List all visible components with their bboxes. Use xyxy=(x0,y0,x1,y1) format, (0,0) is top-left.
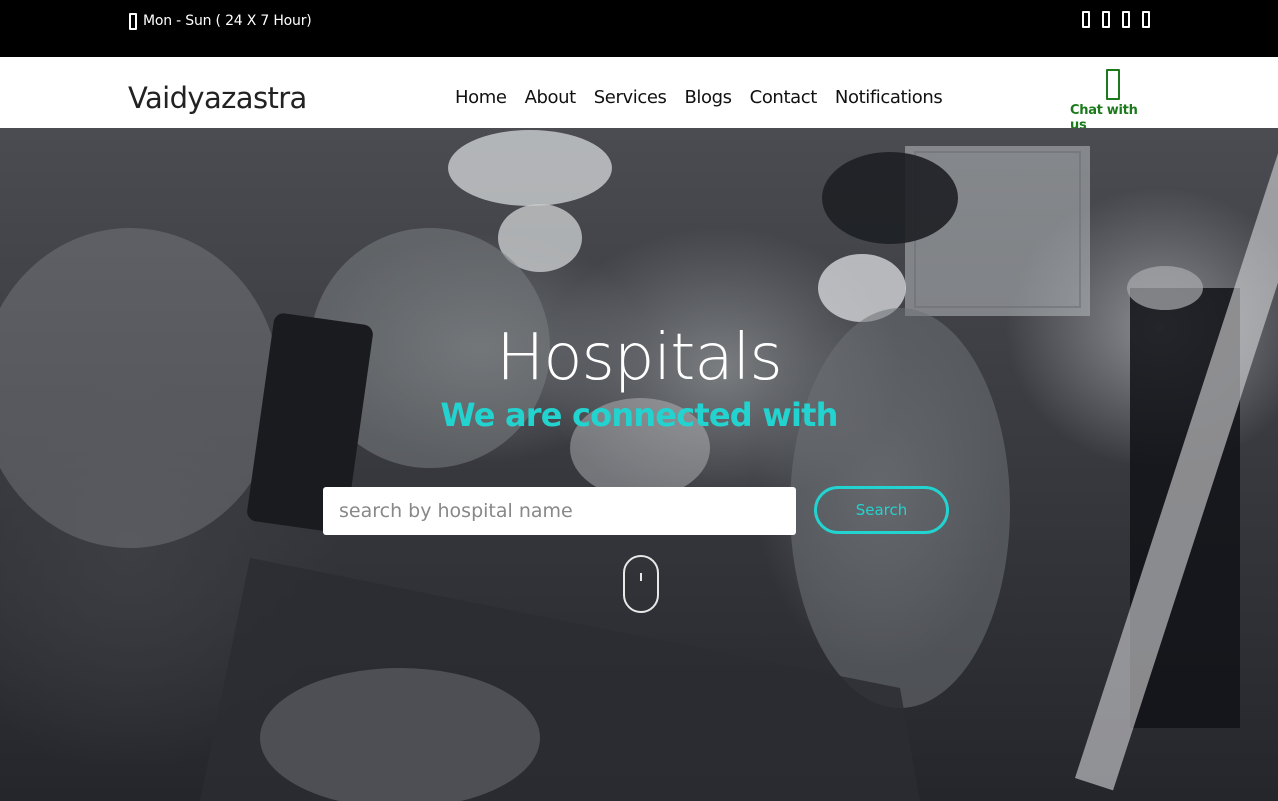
hero-section: Hospitals We are connected with Search xyxy=(0,128,1278,801)
main-nav: Vaidyazastra Home About Services Blogs C… xyxy=(0,57,1278,133)
nav-home[interactable]: Home xyxy=(455,87,507,108)
scroll-down-mouse-icon[interactable] xyxy=(623,555,659,613)
social-icon-2[interactable] xyxy=(1102,11,1110,28)
social-icon-1[interactable] xyxy=(1082,11,1090,28)
nav-blogs[interactable]: Blogs xyxy=(684,87,732,108)
social-links xyxy=(1082,11,1150,28)
nav-notifications[interactable]: Notifications xyxy=(835,87,943,108)
search-button[interactable]: Search xyxy=(814,486,949,534)
nav-menu: Home About Services Blogs Contact Notifi… xyxy=(455,87,943,108)
top-bar: Mon - Sun ( 24 X 7 Hour) xyxy=(0,0,1278,57)
social-icon-4[interactable] xyxy=(1142,11,1150,28)
opening-hours-text: Mon - Sun ( 24 X 7 Hour) xyxy=(143,13,312,29)
hero-background-image xyxy=(0,130,1278,801)
hero-subtitle: We are connected with xyxy=(440,396,838,434)
chat-icon[interactable] xyxy=(1106,69,1120,100)
opening-hours: Mon - Sun ( 24 X 7 Hour) xyxy=(129,11,312,31)
hero-title: Hospitals xyxy=(496,321,782,395)
nav-about[interactable]: About xyxy=(525,87,577,108)
clock-icon xyxy=(129,12,137,30)
social-icon-3[interactable] xyxy=(1122,11,1130,28)
brand-logo[interactable]: Vaidyazastra xyxy=(128,81,307,115)
nav-services[interactable]: Services xyxy=(594,87,667,108)
hospital-search-input[interactable] xyxy=(323,487,796,535)
chat-button[interactable]: Chat with us xyxy=(1070,69,1156,133)
nav-contact[interactable]: Contact xyxy=(750,87,818,108)
